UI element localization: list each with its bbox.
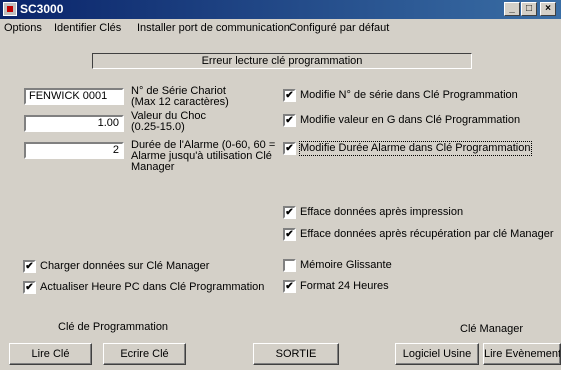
load-manager-checkbox[interactable] [23,260,36,273]
erase-after-manager-checkbox[interactable] [283,228,296,241]
erase-after-print-checkbox[interactable] [283,206,296,219]
programming-key-section-label: Clé de Programmation [58,321,169,333]
erase-after-manager-label: Efface données après récupération par cl… [300,228,554,240]
main-window: SC3000 _ □ × Options Identifier Clés Ins… [0,0,561,370]
factory-software-button[interactable]: Logiciel Usine [395,343,479,365]
modify-serial-checkbox[interactable] [283,89,296,102]
erase-after-print-label: Efface données après impression [300,206,464,218]
modify-g-label: Modifie valeur en G dans Clé Programmati… [300,114,521,126]
close-button[interactable]: × [540,2,556,16]
read-key-button[interactable]: Lire Clé [9,343,92,365]
sliding-memory-label: Mémoire Glissante [300,259,392,271]
title-bar[interactable]: SC3000 _ □ × [0,0,561,19]
menu-install-port[interactable]: Installer port de communication [137,22,290,34]
format-24h-checkbox[interactable] [283,280,296,293]
write-key-button[interactable]: Ecrire Clé [103,343,186,365]
window-title: SC3000 [20,2,64,16]
modify-alarm-label: Modifie Durée Alarme dans Clé Programmat… [299,141,532,156]
update-pc-time-checkbox[interactable] [23,281,36,294]
alarm-duration-field[interactable]: 2 [24,142,124,159]
minimize-button[interactable]: _ [504,2,520,16]
menu-bar: Options Identifier Clés Installer port d… [0,19,561,37]
serial-number-hint: (Max 12 caractères) [131,96,229,108]
menu-options[interactable]: Options [4,22,42,34]
shock-value-hint: (0.25-15.0) [131,121,185,133]
sliding-memory-checkbox[interactable] [283,259,296,272]
alarm-duration-label-line3: Manager [131,161,175,173]
read-events-button[interactable]: Lire Evènements [483,343,561,365]
update-pc-time-label: Actualiser Heure PC dans Clé Programmati… [40,281,265,293]
menu-identify-keys[interactable]: Identifier Clés [54,22,121,34]
serial-number-field[interactable]: FENWICK 0001 [24,88,124,105]
exit-button[interactable]: SORTIE [253,343,339,365]
menu-default-config[interactable]: Configuré par défaut [289,22,389,34]
app-icon [3,2,17,16]
load-manager-label: Charger données sur Clé Manager [40,260,210,272]
modify-serial-label: Modifie N° de série dans Clé Programmati… [300,89,518,101]
manager-key-section-label: Clé Manager [460,323,523,335]
format-24h-label: Format 24 Heures [300,280,389,292]
status-banner: Erreur lecture clé programmation [92,53,472,69]
maximize-button[interactable]: □ [521,2,537,16]
modify-g-checkbox[interactable] [283,114,296,127]
shock-value-field[interactable]: 1.00 [24,115,124,132]
modify-alarm-checkbox[interactable] [283,142,296,155]
